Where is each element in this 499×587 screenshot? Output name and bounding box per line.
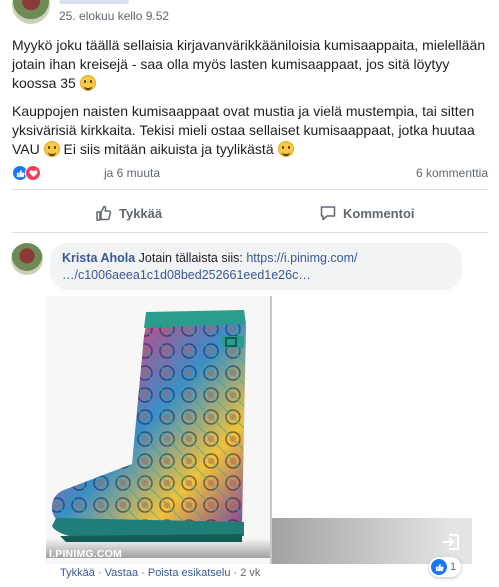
post-paragraph: Kauppojen naisten kumisaappaat ovat must… [12,102,490,159]
love-icon[interactable] [25,165,41,181]
speech-bubble-icon [320,206,336,221]
comment-author[interactable]: Krista Ahola [62,251,135,265]
comment-bubble: Krista Ahola Jotain tällaista siis: http… [50,243,462,290]
smiley-icon [277,141,294,157]
comment-avatar[interactable] [11,243,43,275]
reaction-names[interactable]: ja 6 muuta [104,166,160,180]
exit-icon[interactable] [441,532,461,552]
comment-like-link[interactable]: Tykkää [60,567,95,579]
like-count: 1 [450,561,457,573]
comment-link[interactable]: https://i.pinimg.com/ [246,251,357,265]
thumbs-up-icon [96,205,112,221]
reactions-bar: ja 6 muuta 6 kommenttia [12,162,488,184]
divider [12,189,488,190]
divider [12,232,488,233]
author-name-cropped[interactable] [59,0,129,4]
post-header: 25. elokuu kello 9.52 [0,0,499,26]
rain-boot-image [51,310,247,542]
separator-dot: · [141,567,148,579]
comment-count[interactable]: 6 kommenttia [416,166,488,180]
comment-time[interactable]: 2 vk [240,567,260,579]
avatar[interactable] [12,0,50,24]
remove-preview-link[interactable]: Poista esikatselu [148,567,231,579]
post-paragraph: Myykö joku täällä sellaisia kirjavanväri… [12,36,490,93]
action-bar: Tykkää Kommentoi [12,196,488,230]
separator-dot: · [97,567,105,579]
comment-text: Jotain tällaista siis: [138,251,247,265]
like-icon [431,559,447,575]
post-paragraph-text: Ei siis mitään aikuista ja tyylikästä [63,141,274,157]
post-body: Myykö joku täällä sellaisia kirjavanväri… [12,36,490,168]
smiley-icon [79,75,96,91]
link-preview[interactable]: I.PINIMG.COM [46,296,272,564]
comment-reaction-count[interactable]: 1 [429,557,462,577]
smiley-icon [43,141,60,157]
like-button[interactable]: Tykkää [95,196,162,230]
comment-button[interactable]: Kommentoi [319,196,415,230]
preview-domain[interactable]: I.PINIMG.COM [49,548,122,560]
comment-link-continued[interactable]: …/c1006aeea1c1d08bed252661eed1e26c… [62,268,311,282]
comment-actions: Tykkää · Vastaa · Poista esikatselu · 2 … [60,567,260,579]
comment-button-label: Kommentoi [343,205,415,221]
post-timestamp[interactable]: 25. elokuu kello 9.52 [59,9,169,23]
comment-reply-link[interactable]: Vastaa [105,567,138,579]
like-button-label: Tykkää [119,205,163,221]
